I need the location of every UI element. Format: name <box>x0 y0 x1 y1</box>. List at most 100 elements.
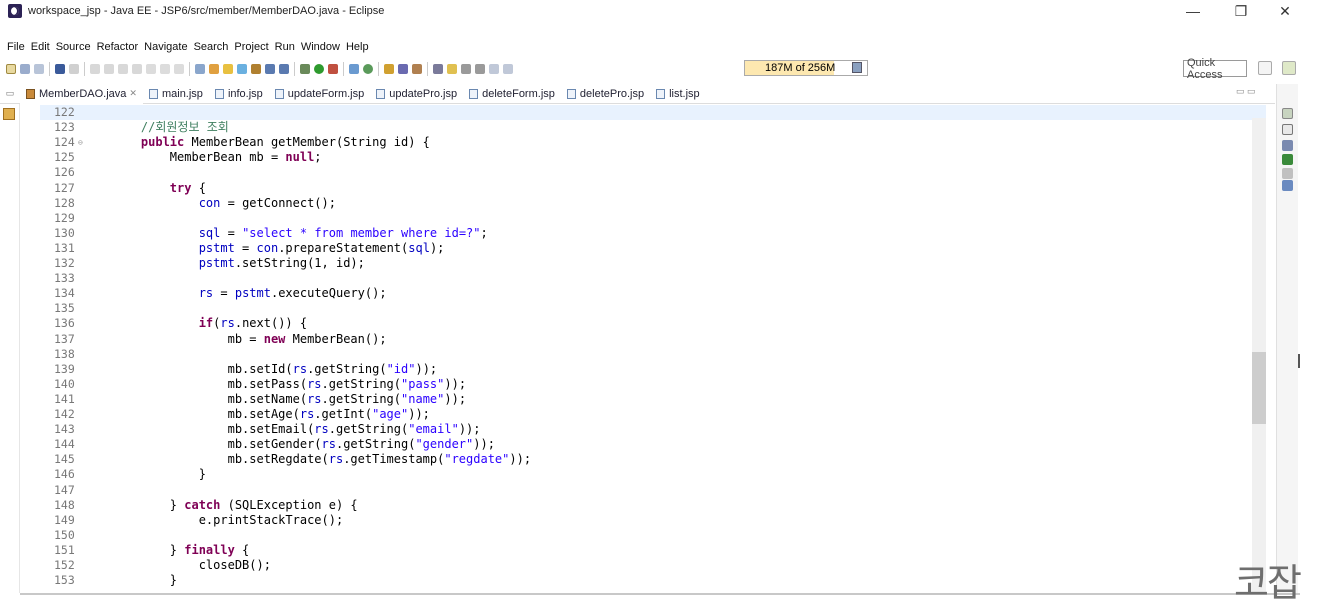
wizard-icon[interactable] <box>209 64 219 74</box>
code-line[interactable]: 123 //회원정보 조회 <box>40 120 1266 135</box>
menu-navigate[interactable]: Navigate <box>141 41 190 53</box>
code-line[interactable]: 136 if(rs.next()) { <box>40 316 1266 331</box>
tab-updatepro-jsp[interactable]: updatePro.jsp <box>370 84 463 104</box>
disconnect-icon[interactable] <box>132 64 142 74</box>
open-type-icon[interactable] <box>223 64 233 74</box>
code-line[interactable]: 130 sql = "select * from member where id… <box>40 226 1266 241</box>
back-icon[interactable] <box>489 64 499 74</box>
code-line[interactable]: 128 con = getConnect(); <box>40 196 1266 211</box>
code-line[interactable]: 152 closeDB(); <box>40 558 1266 573</box>
external-tools-icon[interactable] <box>328 64 338 74</box>
new-icon[interactable] <box>6 64 16 74</box>
code-line[interactable]: 150 <box>40 528 1266 543</box>
close-button[interactable]: ✕ <box>1266 0 1304 22</box>
table-icon[interactable] <box>265 64 275 74</box>
garbage-collect-icon[interactable] <box>852 62 862 73</box>
tab-deletepro-jsp[interactable]: deletePro.jsp <box>561 84 650 104</box>
pen-icon[interactable] <box>412 64 422 74</box>
task-list-icon[interactable] <box>1282 124 1293 135</box>
prev-annotation-icon[interactable] <box>475 64 485 74</box>
menu-edit[interactable]: Edit <box>28 41 53 53</box>
code-line[interactable]: 122 <box>40 105 1266 120</box>
search-icon[interactable] <box>398 64 408 74</box>
code-line[interactable]: 133 <box>40 271 1266 286</box>
code-line[interactable]: 147 <box>40 483 1266 498</box>
code-line[interactable]: 126 <box>40 165 1266 180</box>
code-line[interactable]: 138 <box>40 347 1266 362</box>
code-line[interactable]: 132 pstmt.setString(1, id); <box>40 256 1266 271</box>
open-perspective-icon[interactable] <box>1258 61 1272 75</box>
code-line[interactable]: 140 mb.setPass(rs.getString("pass")); <box>40 377 1266 392</box>
menu-run[interactable]: Run <box>272 41 298 53</box>
code-line[interactable]: 148 } catch (SQLException e) { <box>40 498 1266 513</box>
terminal-icon[interactable] <box>55 64 65 74</box>
code-line[interactable]: 151 } finally { <box>40 543 1266 558</box>
snippets-icon[interactable] <box>1282 168 1293 179</box>
task-icon[interactable] <box>3 108 15 120</box>
menu-project[interactable]: Project <box>231 41 271 53</box>
menu-source[interactable]: Source <box>53 41 94 53</box>
pin-icon[interactable] <box>447 64 457 74</box>
code-line[interactable]: 149 e.printStackTrace(); <box>40 513 1266 528</box>
package-icon[interactable] <box>251 64 261 74</box>
menu-help[interactable]: Help <box>343 41 372 53</box>
fold-toggle-icon[interactable]: ⊖ <box>78 135 83 150</box>
forward-icon[interactable] <box>503 64 513 74</box>
tab-memberdao-java[interactable]: MemberDAO.java ✕ <box>20 83 143 104</box>
debug-icon[interactable] <box>300 64 310 74</box>
tab-list-jsp[interactable]: list.jsp <box>650 84 706 104</box>
menu-refactor[interactable]: Refactor <box>94 41 142 53</box>
skip-breakpoints-icon[interactable] <box>69 64 79 74</box>
save-icon[interactable] <box>20 64 30 74</box>
web-icon[interactable] <box>279 64 289 74</box>
new-java-project-icon[interactable] <box>349 64 359 74</box>
annotation-icon[interactable] <box>433 64 443 74</box>
terminate-icon[interactable] <box>118 64 128 74</box>
maximize-button[interactable]: ❐ <box>1222 0 1260 22</box>
code-line[interactable]: 129 <box>40 211 1266 226</box>
code-line[interactable]: 124 ⊖ public MemberBean getMember(String … <box>40 135 1266 150</box>
next-annotation-icon[interactable] <box>461 64 471 74</box>
code-line[interactable]: 137 mb = new MemberBean(); <box>40 332 1266 347</box>
code-line[interactable]: 134 rs = pstmt.executeQuery(); <box>40 286 1266 301</box>
code-line[interactable]: 145 mb.setRegdate(rs.getTimestamp("regda… <box>40 452 1266 467</box>
tab-info-jsp[interactable]: info.jsp <box>209 84 269 104</box>
heap-status[interactable]: 187M of 256M <box>744 60 868 76</box>
scrollbar-thumb[interactable] <box>1252 352 1266 424</box>
servers-icon[interactable] <box>1282 140 1293 151</box>
code-line[interactable]: 135 <box>40 301 1266 316</box>
resume-icon[interactable] <box>90 64 100 74</box>
server-icon[interactable] <box>195 64 205 74</box>
step-return-icon[interactable] <box>174 64 184 74</box>
menu-search[interactable]: Search <box>191 41 232 53</box>
new-class-icon[interactable] <box>363 64 373 74</box>
code-line[interactable]: 127 try { <box>40 181 1266 196</box>
code-line[interactable]: 153 } <box>40 573 1266 588</box>
code-line[interactable]: 131 pstmt = con.prepareStatement(sql); <box>40 241 1266 256</box>
tab-deleteform-jsp[interactable]: deleteForm.jsp <box>463 84 561 104</box>
run-icon[interactable] <box>314 64 324 74</box>
restore-icon[interactable]: ▭ <box>0 88 20 99</box>
code-line[interactable]: 144 mb.setGender(rs.getString("gender"))… <box>40 437 1266 452</box>
close-tab-icon[interactable]: ✕ <box>129 88 137 99</box>
code-line[interactable]: 146 } <box>40 467 1266 482</box>
code-line[interactable]: 142 mb.setAge(rs.getInt("age")); <box>40 407 1266 422</box>
minimize-maximize-editor-icon[interactable]: ▭ ▭ <box>1236 86 1256 97</box>
save-all-icon[interactable] <box>34 64 44 74</box>
edit-icon[interactable] <box>237 64 247 74</box>
tab-main-jsp[interactable]: main.jsp <box>143 84 209 104</box>
quick-access-input[interactable]: Quick Access <box>1183 57 1247 81</box>
tab-updateform-jsp[interactable]: updateForm.jsp <box>269 84 370 104</box>
menu-window[interactable]: Window <box>298 41 343 53</box>
code-line[interactable]: 141 mb.setName(rs.getString("name")); <box>40 392 1266 407</box>
code-editor[interactable]: 122 123 //회원정보 조회 124 ⊖ public MemberBean g… <box>40 104 1266 593</box>
open-type-hierarchy-icon[interactable] <box>384 64 394 74</box>
minimize-button[interactable]: — <box>1174 0 1212 22</box>
suspend-icon[interactable] <box>104 64 114 74</box>
menu-file[interactable]: File <box>4 41 28 53</box>
code-line[interactable]: 139 mb.setId(rs.getString("id")); <box>40 362 1266 377</box>
step-into-icon[interactable] <box>146 64 156 74</box>
code-line[interactable]: 143 mb.setEmail(rs.getString("email")); <box>40 422 1266 437</box>
console-icon[interactable] <box>1282 180 1293 191</box>
java-ee-perspective-icon[interactable] <box>1282 61 1296 75</box>
